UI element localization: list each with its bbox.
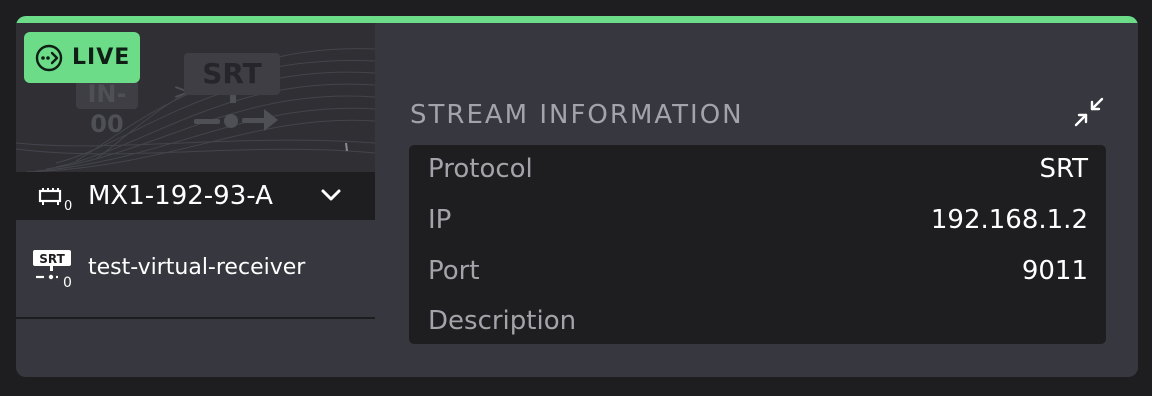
info-key: IP [428, 205, 452, 235]
divider [16, 317, 375, 319]
device-selector[interactable]: 0 MX1-192-93-A [16, 172, 375, 220]
stream-information-panel: STREAM INFORMATION Protocol SRT IP 192.1… [375, 23, 1138, 377]
receiver-count: 0 [63, 275, 72, 288]
info-key: Description [428, 306, 577, 336]
info-row-port: Port 9011 [409, 251, 1106, 291]
info-value: SRT [1039, 154, 1088, 184]
stream-thumbnail: IN-00 > SRT LIVE [16, 23, 375, 172]
info-row-protocol: Protocol SRT [409, 149, 1106, 189]
info-table: Protocol SRT IP 192.168.1.2 Port 9011 De… [409, 145, 1106, 344]
live-badge: LIVE [24, 32, 140, 83]
receiver-item[interactable]: SRT 0 test-virtual-receiver [16, 248, 375, 288]
live-status-bar [16, 16, 1138, 23]
info-row-description: Description [409, 301, 1106, 341]
collapse-icon[interactable] [1072, 95, 1106, 129]
thumbnail-input-label: IN-00 [76, 79, 138, 138]
device-count: 0 [64, 199, 72, 212]
device-panel: IN-00 > SRT LIVE 0 MX1-192-93-A SRT 0 te… [16, 23, 375, 377]
device-name: MX1-192-93-A [88, 181, 273, 211]
srt-icon-label: SRT [39, 252, 65, 266]
chevron-down-icon[interactable] [320, 187, 342, 203]
device-icon: 0 [38, 188, 72, 212]
thumbnail-protocol-label: SRT [184, 53, 280, 95]
receiver-name: test-virtual-receiver [88, 255, 306, 280]
info-value: 9011 [1021, 256, 1088, 286]
live-stream-icon [35, 44, 63, 71]
srt-receiver-icon: SRT 0 [33, 250, 72, 288]
live-label: LIVE [72, 45, 131, 70]
info-key: Port [428, 256, 480, 286]
stream-card: IN-00 > SRT LIVE 0 MX1-192-93-A SRT 0 te… [16, 16, 1138, 377]
section-title: STREAM INFORMATION [410, 100, 744, 130]
info-value: 192.168.1.2 [930, 205, 1088, 235]
info-key: Protocol [428, 154, 533, 184]
info-row-ip: IP 192.168.1.2 [409, 200, 1106, 240]
